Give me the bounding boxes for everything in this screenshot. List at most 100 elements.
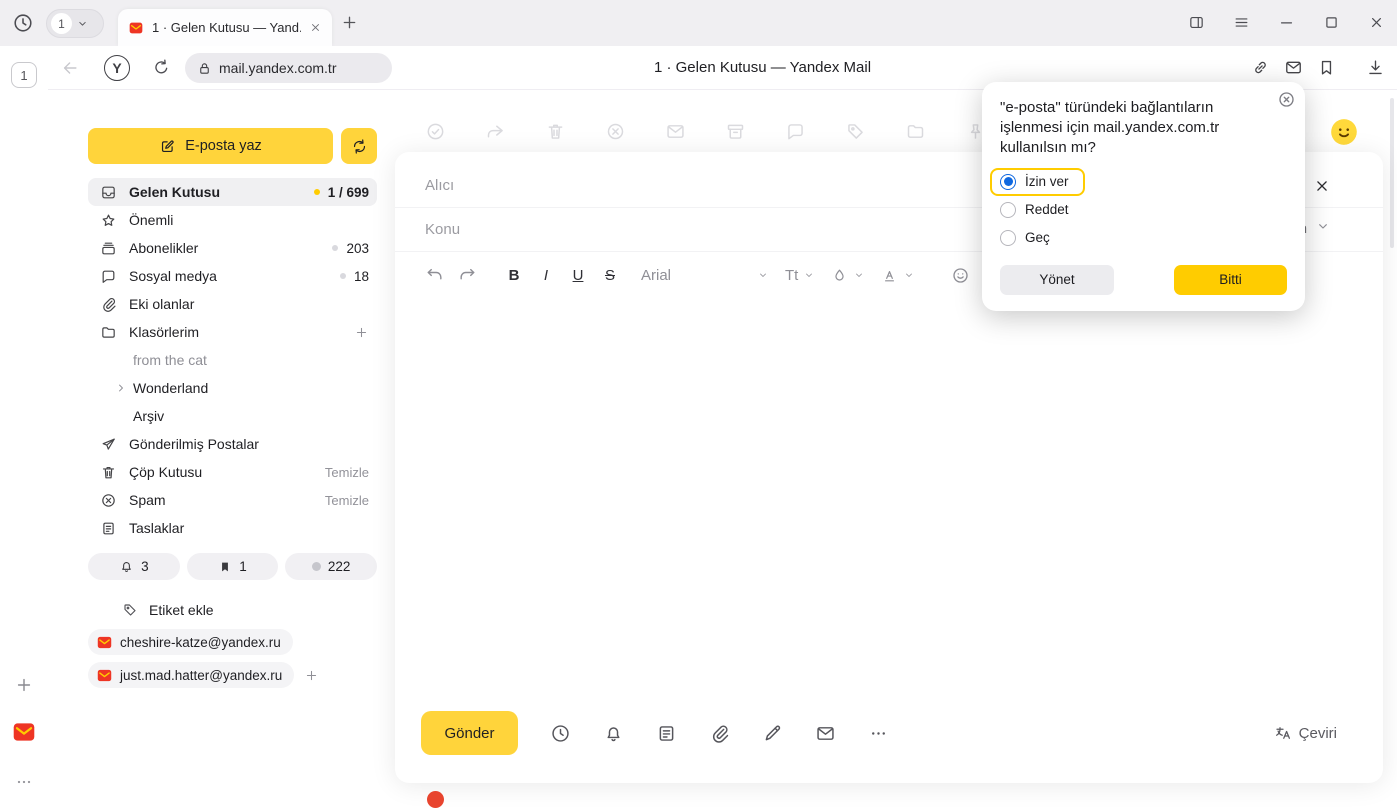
refresh-button[interactable]	[341, 128, 377, 164]
radio-selected-icon[interactable]	[1000, 174, 1016, 190]
highlight-color-select[interactable]	[831, 267, 865, 284]
history-icon[interactable]	[12, 12, 34, 34]
to-placeholder: Alıcı	[425, 177, 454, 194]
emoji-icon[interactable]	[951, 266, 970, 285]
folder-my-folders[interactable]: Klasörlerim	[88, 318, 377, 346]
select-all-icon[interactable]	[425, 121, 446, 142]
tab-group-button[interactable]: 1	[46, 9, 104, 38]
italic-button[interactable]: I	[535, 267, 557, 284]
folder-inbox[interactable]: Gelen Kutusu 1 / 699	[88, 178, 377, 206]
clear-folder-link[interactable]: Temizle	[325, 493, 369, 508]
add-label-button[interactable]: Etiket ekle	[88, 602, 377, 618]
folder-from-the-cat[interactable]: from the cat	[88, 346, 377, 374]
dialog-close-icon[interactable]	[1277, 90, 1296, 109]
collapse-compose-icon[interactable]	[1315, 218, 1331, 234]
spam-icon[interactable]	[605, 121, 626, 142]
yandex-logo-button[interactable]: Y	[104, 55, 130, 81]
downloads-icon[interactable]	[1366, 58, 1385, 77]
yandex-mail-logo[interactable]	[11, 719, 37, 745]
folder-subscriptions[interactable]: Abonelikler 203	[88, 234, 377, 262]
label-icon[interactable]	[845, 121, 866, 142]
window-minimize-button[interactable]	[1278, 14, 1295, 31]
undo-icon[interactable]	[425, 265, 445, 285]
new-tab-button[interactable]	[340, 13, 359, 32]
attach-file-icon[interactable]	[709, 723, 730, 744]
forward-icon[interactable]	[485, 121, 506, 142]
option-skip[interactable]: Geç	[1000, 224, 1287, 252]
folder-sent[interactable]: Gönderilmiş Postalar	[88, 430, 377, 458]
move-to-folder-icon[interactable]	[905, 121, 926, 142]
mark-read-icon[interactable]	[665, 121, 686, 142]
chevron-down-icon	[803, 269, 815, 281]
folder-social[interactable]: Sosyal medya 18	[88, 262, 377, 290]
refresh-icon	[351, 138, 368, 155]
compose-button[interactable]: E-posta yaz	[88, 128, 333, 164]
folder-drafts[interactable]: Taslaklar	[88, 514, 377, 542]
active-tab[interactable]: 1 · Gelen Kutusu — Yand...	[118, 9, 332, 46]
clear-folder-link[interactable]: Temizle	[325, 465, 369, 480]
strip-add-icon[interactable]	[14, 675, 34, 695]
folder-count: 203	[346, 241, 369, 256]
lock-icon	[197, 61, 212, 76]
strikethrough-button[interactable]: S	[599, 267, 621, 284]
send-button[interactable]: Gönder	[421, 711, 518, 755]
add-folder-icon[interactable]	[354, 325, 369, 340]
signature-pen-icon[interactable]	[762, 723, 783, 744]
bookmarked-pill[interactable]: 1	[187, 553, 279, 580]
side-panels-icon[interactable]	[1188, 14, 1205, 31]
close-compose-icon[interactable]	[1313, 177, 1331, 195]
copy-link-icon[interactable]	[1251, 58, 1270, 77]
font-size-select[interactable]: Tt	[785, 267, 815, 284]
chevron-right-icon[interactable]	[114, 381, 128, 395]
mail-notifier-icon[interactable]	[1284, 58, 1303, 77]
option-allow[interactable]: İzin ver	[990, 168, 1085, 196]
folder-important[interactable]: Önemli	[88, 206, 377, 234]
chevron-down-icon	[903, 269, 915, 281]
more-options-icon[interactable]	[868, 723, 889, 744]
address-bar[interactable]: mail.yandex.com.tr	[185, 53, 392, 83]
bold-button[interactable]: B	[503, 267, 525, 284]
text-color-select[interactable]	[881, 267, 915, 284]
menu-icon[interactable]	[1233, 14, 1250, 31]
scrollbar[interactable]	[1390, 98, 1394, 248]
dialog-options: İzin ver Reddet Geç	[1000, 168, 1287, 252]
account-chip[interactable]: just.mad.hatter@yandex.ru	[88, 662, 294, 688]
folder-trash[interactable]: Çöp Kutusu Temizle	[88, 458, 377, 486]
unread-pill[interactable]: 222	[285, 553, 377, 580]
folder-wonderland[interactable]: Wonderland	[88, 374, 377, 402]
comment-icon[interactable]	[785, 121, 806, 142]
font-family-select[interactable]: Arial	[641, 267, 769, 284]
underline-button[interactable]: U	[567, 267, 589, 284]
strip-tab-indicator[interactable]: 1	[11, 62, 37, 88]
radio-icon[interactable]	[1000, 202, 1016, 218]
folder-with-attachments[interactable]: Eki olanlar	[88, 290, 377, 318]
vertical-tab-strip: 1	[0, 46, 48, 799]
delete-icon[interactable]	[545, 121, 566, 142]
reminder-bell-icon[interactable]	[603, 723, 624, 744]
manage-button[interactable]: Yönet	[1000, 265, 1114, 295]
folder-archive[interactable]: Arşiv	[88, 402, 377, 430]
redo-icon[interactable]	[457, 265, 477, 285]
archive-icon[interactable]	[725, 121, 746, 142]
done-button[interactable]: Bitti	[1174, 265, 1287, 295]
tab-close-icon[interactable]	[309, 21, 322, 34]
radio-icon[interactable]	[1000, 230, 1016, 246]
window-close-button[interactable]	[1368, 14, 1385, 31]
account-chip[interactable]: cheshire-katze@yandex.ru	[88, 629, 293, 655]
window-maximize-button[interactable]	[1323, 14, 1340, 31]
user-avatar[interactable]	[1330, 118, 1357, 145]
schedule-send-icon[interactable]	[550, 723, 571, 744]
folder-spam[interactable]: Spam Temizle	[88, 486, 377, 514]
option-deny[interactable]: Reddet	[1000, 196, 1287, 224]
add-account-icon[interactable]	[304, 668, 319, 683]
spam-icon	[100, 492, 117, 509]
reminders-pill[interactable]: 3	[88, 553, 180, 580]
reload-button[interactable]	[152, 58, 171, 77]
strip-more-icon[interactable]	[14, 772, 34, 792]
bookmark-flag-icon[interactable]	[1317, 58, 1336, 77]
protocol-permission-dialog: "e-posta" türündeki bağlantıların işlenm…	[982, 82, 1305, 311]
translate-button[interactable]: Çeviri	[1274, 724, 1337, 742]
back-button[interactable]	[60, 58, 80, 78]
template-icon[interactable]	[656, 723, 677, 744]
postcard-icon[interactable]	[815, 723, 836, 744]
